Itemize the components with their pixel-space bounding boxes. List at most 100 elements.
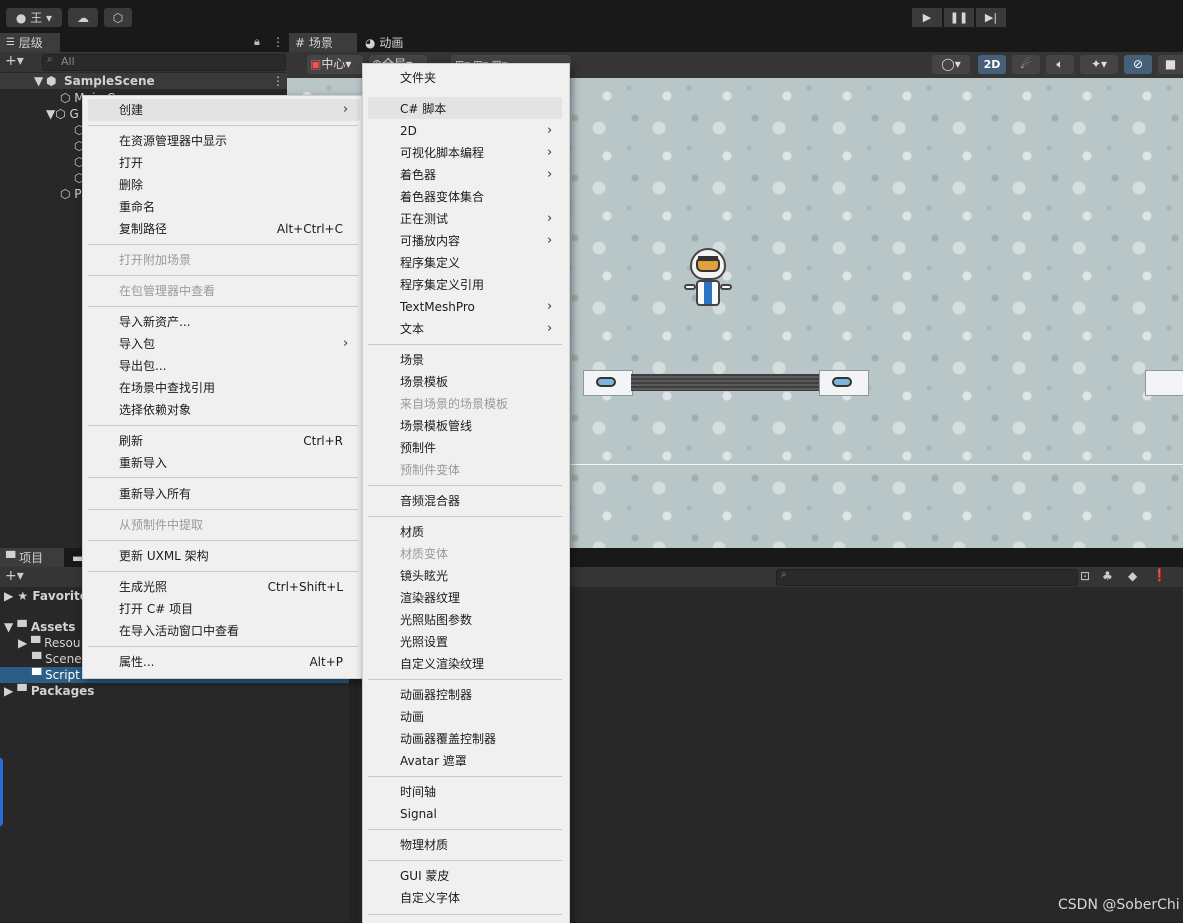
- tab-animation[interactable]: ◕ 动画: [359, 33, 419, 52]
- create-submenu-item[interactable]: 场景模板: [400, 371, 547, 393]
- create-submenu-item[interactable]: 光照贴图参数: [400, 609, 547, 631]
- pivot-dropdown[interactable]: ▣中心▾: [307, 55, 363, 74]
- hidden-objects-icon[interactable]: ⊘: [1124, 55, 1152, 74]
- tab-hierarchy[interactable]: ☰ 层级: [0, 33, 60, 52]
- context-menu-item-label: 导入包: [119, 337, 156, 351]
- context-menu-item[interactable]: 生成光照 Ctrl+Shift+L: [119, 576, 343, 598]
- step-button[interactable]: ▶|: [976, 8, 1006, 27]
- context-menu-item[interactable]: 导出包...: [119, 355, 343, 377]
- context-menu-item[interactable]: 导入新资产...: [119, 311, 343, 333]
- gameobject-row[interactable]: ▼⬡ G: [46, 106, 79, 122]
- tab-project[interactable]: ▀ 项目: [0, 548, 64, 567]
- tree-item-packages[interactable]: ▶ ▀ Packages: [4, 683, 94, 699]
- search-by-type-icon[interactable]: ⊡: [1080, 569, 1090, 583]
- pause-button[interactable]: ❚❚: [944, 8, 974, 27]
- create-submenu-item[interactable]: C# 脚本: [400, 98, 547, 120]
- audio-icon[interactable]: 🔈︎: [1046, 55, 1074, 74]
- platform-bridge[interactable]: [631, 374, 819, 391]
- create-submenu-item[interactable]: 材质: [400, 521, 547, 543]
- stripe-shape: [704, 282, 712, 304]
- create-submenu-item[interactable]: 光照设置: [400, 631, 547, 653]
- context-menu-item[interactable]: 重命名: [119, 196, 343, 218]
- create-submenu-item[interactable]: 镜头眩光: [400, 565, 547, 587]
- create-submenu-item[interactable]: 文件夹: [400, 67, 547, 89]
- create-submenu-item[interactable]: 动画: [400, 706, 547, 728]
- services-icon[interactable]: ⬡: [104, 8, 132, 27]
- platform-left-cap[interactable]: [583, 370, 633, 396]
- scene-row[interactable]: ▼ ⬢ SampleScene ⋮: [0, 73, 287, 89]
- create-submenu-item[interactable]: 渲染器纹理: [400, 587, 547, 609]
- create-submenu-item[interactable]: 自定义字体: [400, 887, 547, 909]
- create-submenu-item[interactable]: GUI 蒙皮: [400, 865, 547, 887]
- player-sprite[interactable]: [684, 248, 734, 313]
- create-submenu-item[interactable]: 可播放内容 ›: [400, 230, 552, 252]
- add-icon[interactable]: +▾: [5, 53, 24, 69]
- context-menu-item[interactable]: 重新导入: [119, 452, 343, 474]
- submenu-arrow-icon: ›: [547, 321, 553, 336]
- hierarchy-search-input[interactable]: ⌕ All: [42, 54, 286, 71]
- create-submenu-item[interactable]: 程序集定义引用: [400, 274, 547, 296]
- create-submenu-item[interactable]: 时间轴: [400, 781, 547, 803]
- context-menu-item-label: 重新导入所有: [119, 487, 192, 501]
- cloud-icon[interactable]: ☁: [68, 8, 98, 27]
- create-submenu-item[interactable]: TextMeshPro ›: [400, 296, 552, 318]
- context-menu-item[interactable]: 选择依赖对象: [119, 399, 343, 421]
- platform-right-cap[interactable]: [819, 370, 869, 396]
- account-dropdown[interactable]: ● 王 ▾: [6, 8, 62, 27]
- filter-type-icon[interactable]: ♣: [1102, 569, 1113, 583]
- context-menu-item[interactable]: 打开: [119, 152, 343, 174]
- context-menu-item[interactable]: 删除: [119, 174, 343, 196]
- context-menu-item[interactable]: 更新 UXML 架构: [119, 545, 343, 567]
- context-menu-item[interactable]: 创建 ›: [119, 99, 348, 121]
- context-menu-item[interactable]: 打开 C# 项目: [119, 598, 343, 620]
- expand-arrow-icon[interactable]: ▼: [34, 73, 43, 89]
- context-menu-item: 在包管理器中查看: [119, 280, 343, 302]
- create-submenu-item[interactable]: Signal: [400, 803, 547, 825]
- create-submenu-item[interactable]: 物理材质: [400, 834, 547, 856]
- scene-menu-icon[interactable]: ⋮: [272, 73, 284, 89]
- context-menu-item[interactable]: 在场景中查找引用: [119, 377, 343, 399]
- more-options-icon[interactable]: ⋮: [272, 35, 284, 49]
- tree-item-resources[interactable]: ▶ ▀ Resou: [18, 635, 80, 651]
- hidden-packages-icon[interactable]: ❗: [1152, 568, 1167, 582]
- create-submenu-item[interactable]: 音频混合器: [400, 490, 547, 512]
- create-submenu-item[interactable]: 场景模板管线: [400, 415, 547, 437]
- lighting-icon[interactable]: ☄: [1012, 55, 1040, 74]
- create-submenu-item[interactable]: 动画器覆盖控制器: [400, 728, 547, 750]
- create-submenu-item[interactable]: 着色器变体集合: [400, 186, 547, 208]
- create-submenu-item[interactable]: 着色器 ›: [400, 164, 552, 186]
- camera-icon[interactable]: ■: [1158, 55, 1183, 74]
- tab-scene[interactable]: # 场景: [289, 33, 357, 52]
- create-submenu-item[interactable]: 预制件: [400, 437, 547, 459]
- lock-icon[interactable]: 🔒︎: [254, 35, 260, 49]
- create-submenu-item[interactable]: 文本 ›: [400, 318, 552, 340]
- create-submenu-item[interactable]: 2D ›: [400, 120, 552, 142]
- create-submenu-item[interactable]: 场景: [400, 349, 547, 371]
- create-submenu-item[interactable]: 正在测试 ›: [400, 208, 552, 230]
- context-menu-item[interactable]: 属性... Alt+P: [119, 651, 343, 673]
- add-icon[interactable]: +▾: [5, 568, 24, 584]
- context-menu-item[interactable]: 导入包 ›: [119, 333, 348, 355]
- tree-item-scenes[interactable]: ▀ Scene: [32, 651, 82, 667]
- context-menu-item[interactable]: 在资源管理器中显示: [119, 130, 343, 152]
- create-submenu-item[interactable]: 自定义渲染纹理: [400, 653, 547, 675]
- create-submenu-item[interactable]: 动画器控制器: [400, 684, 547, 706]
- draw-mode-dropdown[interactable]: ◯▾: [932, 55, 970, 74]
- context-menu-item[interactable]: 重新导入所有: [119, 483, 343, 505]
- create-submenu-item-label: 文本: [400, 322, 425, 336]
- play-button[interactable]: ▶: [912, 8, 942, 27]
- context-menu-item[interactable]: 在导入活动窗口中查看: [119, 620, 343, 642]
- create-submenu-item[interactable]: 可视化脚本编程 ›: [400, 142, 552, 164]
- project-search-input[interactable]: ⌕: [776, 569, 1078, 586]
- context-menu-item[interactable]: 刷新 Ctrl+R: [119, 430, 343, 452]
- create-submenu-item[interactable]: 程序集定义: [400, 252, 547, 274]
- label-icon[interactable]: ◆: [1128, 569, 1137, 583]
- create-submenu-item[interactable]: Avatar 遮罩: [400, 750, 547, 772]
- gameobject-row[interactable]: ⬡ P: [60, 186, 82, 202]
- platform-edge[interactable]: [1145, 370, 1183, 396]
- context-menu-item[interactable]: 复制路径 Alt+Ctrl+C: [119, 218, 343, 240]
- mode-2d-toggle[interactable]: 2D: [978, 55, 1006, 74]
- effects-icon[interactable]: ✦▾: [1080, 55, 1118, 74]
- submenu-arrow-icon: ›: [547, 123, 553, 138]
- tree-item-assets[interactable]: ▼ ▀ Assets: [4, 619, 75, 635]
